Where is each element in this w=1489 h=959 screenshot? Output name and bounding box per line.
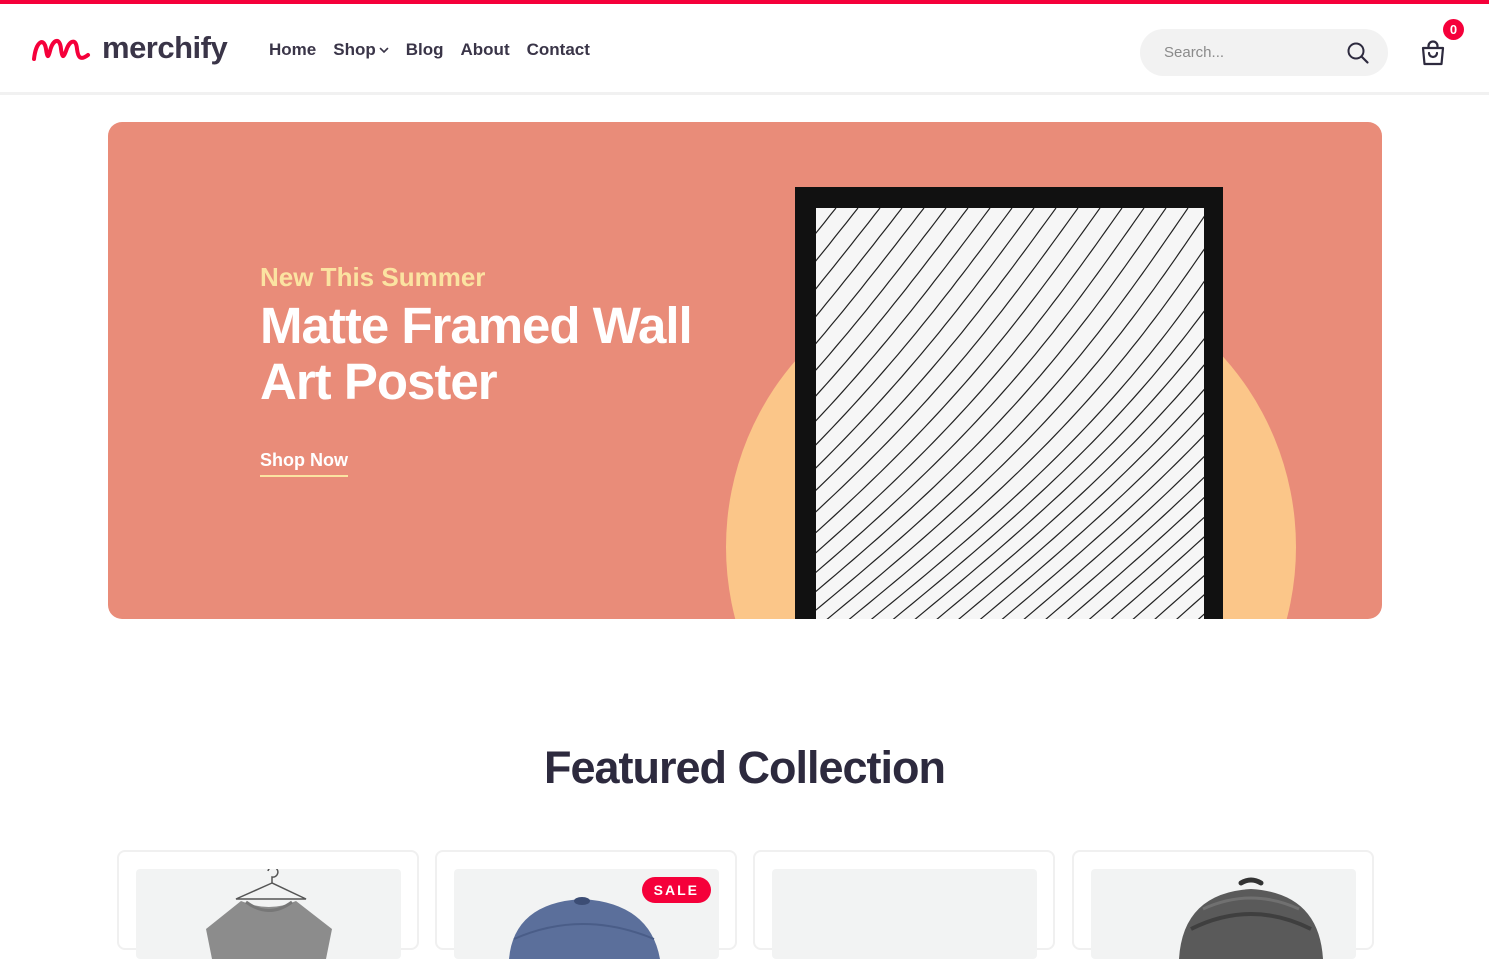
wave-line (1132, 555, 1204, 619)
hero-eyebrow: New This Summer (260, 262, 486, 292)
wave-line (816, 208, 1189, 611)
hero-poster-art (816, 208, 1204, 619)
wave-line (816, 208, 1035, 469)
chevron-down-icon (379, 47, 389, 54)
wave-line (816, 208, 1101, 534)
nav-home[interactable]: Home (269, 40, 316, 60)
wave-line (816, 208, 881, 290)
product-image-placeholder[interactable] (772, 869, 1037, 959)
wave-line (816, 208, 903, 318)
nav-shop-label: Shop (333, 40, 376, 59)
wave-line (816, 208, 991, 422)
wave-line (816, 208, 1145, 574)
backpack-icon (1179, 877, 1323, 959)
brand-name: merchify (102, 30, 228, 65)
shop-now-link[interactable]: Shop Now (260, 450, 348, 477)
wave-line (816, 208, 1057, 491)
hero-title: Matte Framed Wall Art Poster (260, 297, 693, 410)
main-nav: Home Shop Blog About Contact (269, 40, 590, 60)
featured-collection-title: Featured Collection (543, 742, 946, 793)
sale-badge: SALE (641, 877, 711, 903)
nav-shop[interactable]: Shop (333, 40, 389, 60)
product-card[interactable]: SALE (435, 850, 737, 959)
nav-blog[interactable]: Blog (406, 40, 444, 60)
product-card[interactable] (753, 850, 1055, 959)
product-image-backpack[interactable] (1091, 869, 1356, 959)
search-bar (1140, 29, 1388, 76)
tshirt-icon (206, 869, 332, 959)
wave-line (816, 208, 947, 371)
cart-icon[interactable] (1418, 38, 1448, 68)
wave-lines-art (816, 208, 1204, 619)
nav-about[interactable]: About (461, 40, 510, 60)
wave-line (816, 208, 925, 345)
wave-line (1197, 613, 1204, 619)
hero-banner: New This Summer Matte Framed Wall Art Po… (108, 122, 1382, 619)
wave-line (1023, 455, 1204, 619)
wave-line (1045, 476, 1204, 619)
logo[interactable]: merchify (30, 29, 228, 67)
cart-count-badge: 0 (1443, 19, 1464, 40)
hero-poster-frame (795, 187, 1223, 619)
nav-contact[interactable]: Contact (527, 40, 590, 60)
wave-line (914, 338, 1204, 619)
product-image-cap[interactable]: SALE (454, 869, 719, 959)
site-header: merchify Home Shop Blog About Contact 0 (0, 4, 1489, 95)
wave-line (1176, 594, 1204, 619)
search-icon[interactable] (1346, 41, 1370, 65)
wave-line (1154, 574, 1204, 619)
product-card[interactable] (1072, 850, 1374, 959)
product-card[interactable] (117, 850, 419, 959)
product-image-tshirt[interactable] (136, 869, 401, 959)
wave-line (1001, 434, 1204, 619)
logo-mark-icon (32, 39, 90, 61)
search-input[interactable] (1164, 44, 1334, 61)
